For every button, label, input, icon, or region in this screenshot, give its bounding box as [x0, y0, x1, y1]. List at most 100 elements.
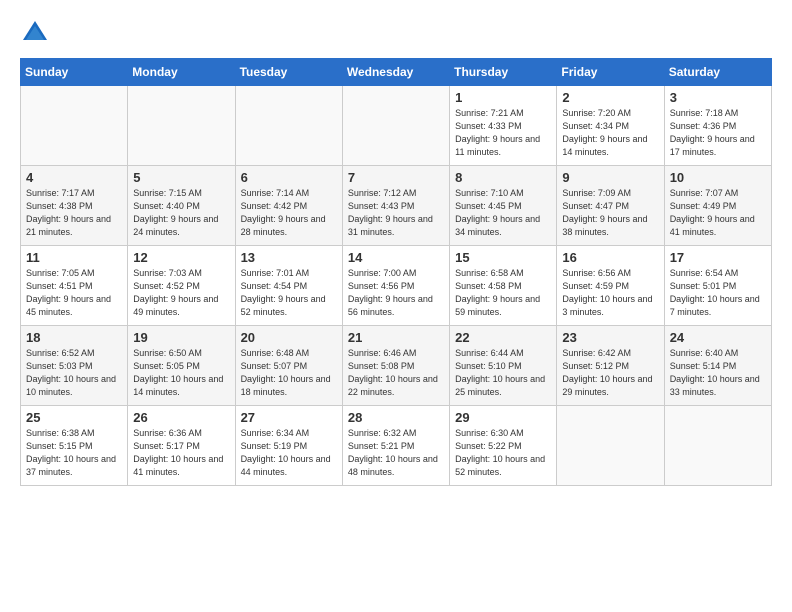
- day-info: Sunrise: 7:00 AM Sunset: 4:56 PM Dayligh…: [348, 267, 444, 319]
- calendar-cell: 24Sunrise: 6:40 AM Sunset: 5:14 PM Dayli…: [664, 326, 771, 406]
- day-info: Sunrise: 6:34 AM Sunset: 5:19 PM Dayligh…: [241, 427, 337, 479]
- day-number: 11: [26, 250, 122, 265]
- day-number: 2: [562, 90, 658, 105]
- day-number: 23: [562, 330, 658, 345]
- column-header-sunday: Sunday: [21, 59, 128, 86]
- day-info: Sunrise: 6:32 AM Sunset: 5:21 PM Dayligh…: [348, 427, 444, 479]
- calendar-cell: 4Sunrise: 7:17 AM Sunset: 4:38 PM Daylig…: [21, 166, 128, 246]
- day-info: Sunrise: 7:10 AM Sunset: 4:45 PM Dayligh…: [455, 187, 551, 239]
- column-header-thursday: Thursday: [450, 59, 557, 86]
- day-number: 24: [670, 330, 766, 345]
- day-info: Sunrise: 6:50 AM Sunset: 5:05 PM Dayligh…: [133, 347, 229, 399]
- calendar-cell: 25 Sunrise: 6:38 AM Sunset: 5:15 PM Dayli…: [21, 406, 128, 486]
- day-info: Sunrise: 7:09 AM Sunset: 4:47 PM Dayligh…: [562, 187, 658, 239]
- day-number: 15: [455, 250, 551, 265]
- day-info: Sunrise: 7:20 AM Sunset: 4:34 PM Dayligh…: [562, 107, 658, 159]
- day-number: 18: [26, 330, 122, 345]
- day-number: 16: [562, 250, 658, 265]
- day-number: 27: [241, 410, 337, 425]
- calendar-cell: 12 Sunrise: 7:03 AM Sunset: 4:52 PM Dayli…: [128, 246, 235, 326]
- calendar-cell: 15 Sunrise: 6:58 AM Sunset: 4:58 PM Dayli…: [450, 246, 557, 326]
- day-info: Sunrise: 7:07 AM Sunset: 4:49 PM Dayligh…: [670, 187, 766, 239]
- day-number: 3: [670, 90, 766, 105]
- calendar-cell: 21 Sunrise: 6:46 AM Sunset: 5:08 PM Dayli…: [342, 326, 449, 406]
- day-info: Sunrise: 7:12 AM Sunset: 4:43 PM Dayligh…: [348, 187, 444, 239]
- logo-icon: [20, 18, 50, 48]
- day-number: 29: [455, 410, 551, 425]
- calendar-cell: [128, 86, 235, 166]
- day-info: Sunrise: 6:44 AM Sunset: 5:10 PM Dayligh…: [455, 347, 551, 399]
- calendar-cell: [21, 86, 128, 166]
- calendar-cell: [342, 86, 449, 166]
- calendar-cell: 7 Sunrise: 7:12 AM Sunset: 4:43 PM Daylig…: [342, 166, 449, 246]
- day-number: 1: [455, 90, 551, 105]
- calendar-cell: 17 Sunrise: 6:54 AM Sunset: 5:01 PM Dayli…: [664, 246, 771, 326]
- day-info: Sunrise: 6:36 AM Sunset: 5:17 PM Dayligh…: [133, 427, 229, 479]
- column-header-monday: Monday: [128, 59, 235, 86]
- calendar-header: SundayMondayTuesdayWednesdayThursdayFrid…: [21, 59, 772, 86]
- week-row-2: 4Sunrise: 7:17 AM Sunset: 4:38 PM Daylig…: [21, 166, 772, 246]
- day-number: 20: [241, 330, 337, 345]
- day-info: Sunrise: 6:46 AM Sunset: 5:08 PM Dayligh…: [348, 347, 444, 399]
- day-info: Sunrise: 6:58 AM Sunset: 4:58 PM Dayligh…: [455, 267, 551, 319]
- week-row-3: 11 Sunrise: 7:05 AM Sunset: 4:51 PM Dayli…: [21, 246, 772, 326]
- day-number: 21: [348, 330, 444, 345]
- day-number: 17: [670, 250, 766, 265]
- day-number: 4: [26, 170, 122, 185]
- day-number: 19: [133, 330, 229, 345]
- day-number: 10: [670, 170, 766, 185]
- day-number: 12: [133, 250, 229, 265]
- day-number: 13: [241, 250, 337, 265]
- day-info: Sunrise: 7:05 AM Sunset: 4:51 PM Dayligh…: [26, 267, 122, 319]
- day-number: 25: [26, 410, 122, 425]
- day-number: 6: [241, 170, 337, 185]
- day-info: Sunrise: 7:15 AM Sunset: 4:40 PM Dayligh…: [133, 187, 229, 239]
- day-info: Sunrise: 6:30 AM Sunset: 5:22 PM Dayligh…: [455, 427, 551, 479]
- calendar-cell: 27 Sunrise: 6:34 AM Sunset: 5:19 PM Dayli…: [235, 406, 342, 486]
- day-number: 8: [455, 170, 551, 185]
- day-number: 9: [562, 170, 658, 185]
- column-header-friday: Friday: [557, 59, 664, 86]
- day-number: 7: [348, 170, 444, 185]
- day-info: Sunrise: 6:48 AM Sunset: 5:07 PM Dayligh…: [241, 347, 337, 399]
- day-info: Sunrise: 7:21 AM Sunset: 4:33 PM Dayligh…: [455, 107, 551, 159]
- calendar-cell: 29 Sunrise: 6:30 AM Sunset: 5:22 PM Dayli…: [450, 406, 557, 486]
- logo: [20, 18, 54, 48]
- day-number: 28: [348, 410, 444, 425]
- calendar-cell: 16 Sunrise: 6:56 AM Sunset: 4:59 PM Dayli…: [557, 246, 664, 326]
- calendar-body: 1 Sunrise: 7:21 AM Sunset: 4:33 PM Daylig…: [21, 86, 772, 486]
- calendar-cell: 20 Sunrise: 6:48 AM Sunset: 5:07 PM Dayli…: [235, 326, 342, 406]
- day-info: Sunrise: 6:38 AM Sunset: 5:15 PM Dayligh…: [26, 427, 122, 479]
- day-number: 26: [133, 410, 229, 425]
- day-info: Sunrise: 6:42 AM Sunset: 5:12 PM Dayligh…: [562, 347, 658, 399]
- day-info: Sunrise: 6:54 AM Sunset: 5:01 PM Dayligh…: [670, 267, 766, 319]
- column-header-saturday: Saturday: [664, 59, 771, 86]
- calendar-cell: 11 Sunrise: 7:05 AM Sunset: 4:51 PM Dayli…: [21, 246, 128, 326]
- day-number: 5: [133, 170, 229, 185]
- day-info: Sunrise: 7:01 AM Sunset: 4:54 PM Dayligh…: [241, 267, 337, 319]
- calendar-cell: 26 Sunrise: 6:36 AM Sunset: 5:17 PM Dayli…: [128, 406, 235, 486]
- page-container: SundayMondayTuesdayWednesdayThursdayFrid…: [0, 0, 792, 496]
- calendar-cell: [235, 86, 342, 166]
- calendar-cell: 18 Sunrise: 6:52 AM Sunset: 5:03 PM Dayli…: [21, 326, 128, 406]
- day-info: Sunrise: 6:56 AM Sunset: 4:59 PM Dayligh…: [562, 267, 658, 319]
- calendar-cell: 22Sunrise: 6:44 AM Sunset: 5:10 PM Dayli…: [450, 326, 557, 406]
- calendar-cell: 19 Sunrise: 6:50 AM Sunset: 5:05 PM Dayli…: [128, 326, 235, 406]
- week-row-5: 25 Sunrise: 6:38 AM Sunset: 5:15 PM Dayli…: [21, 406, 772, 486]
- calendar-cell: 28 Sunrise: 6:32 AM Sunset: 5:21 PM Dayli…: [342, 406, 449, 486]
- calendar-cell: 3Sunrise: 7:18 AM Sunset: 4:36 PM Daylig…: [664, 86, 771, 166]
- header: [20, 18, 772, 48]
- day-info: Sunrise: 7:03 AM Sunset: 4:52 PM Dayligh…: [133, 267, 229, 319]
- calendar-cell: 9 Sunrise: 7:09 AM Sunset: 4:47 PM Daylig…: [557, 166, 664, 246]
- day-number: 14: [348, 250, 444, 265]
- calendar-table: SundayMondayTuesdayWednesdayThursdayFrid…: [20, 58, 772, 486]
- calendar-cell: [664, 406, 771, 486]
- day-info: Sunrise: 6:52 AM Sunset: 5:03 PM Dayligh…: [26, 347, 122, 399]
- calendar-cell: 6 Sunrise: 7:14 AM Sunset: 4:42 PM Daylig…: [235, 166, 342, 246]
- calendar-cell: 13 Sunrise: 7:01 AM Sunset: 4:54 PM Dayli…: [235, 246, 342, 326]
- column-header-tuesday: Tuesday: [235, 59, 342, 86]
- day-info: Sunrise: 7:14 AM Sunset: 4:42 PM Dayligh…: [241, 187, 337, 239]
- header-row: SundayMondayTuesdayWednesdayThursdayFrid…: [21, 59, 772, 86]
- calendar-cell: 5 Sunrise: 7:15 AM Sunset: 4:40 PM Daylig…: [128, 166, 235, 246]
- calendar-cell: 2 Sunrise: 7:20 AM Sunset: 4:34 PM Daylig…: [557, 86, 664, 166]
